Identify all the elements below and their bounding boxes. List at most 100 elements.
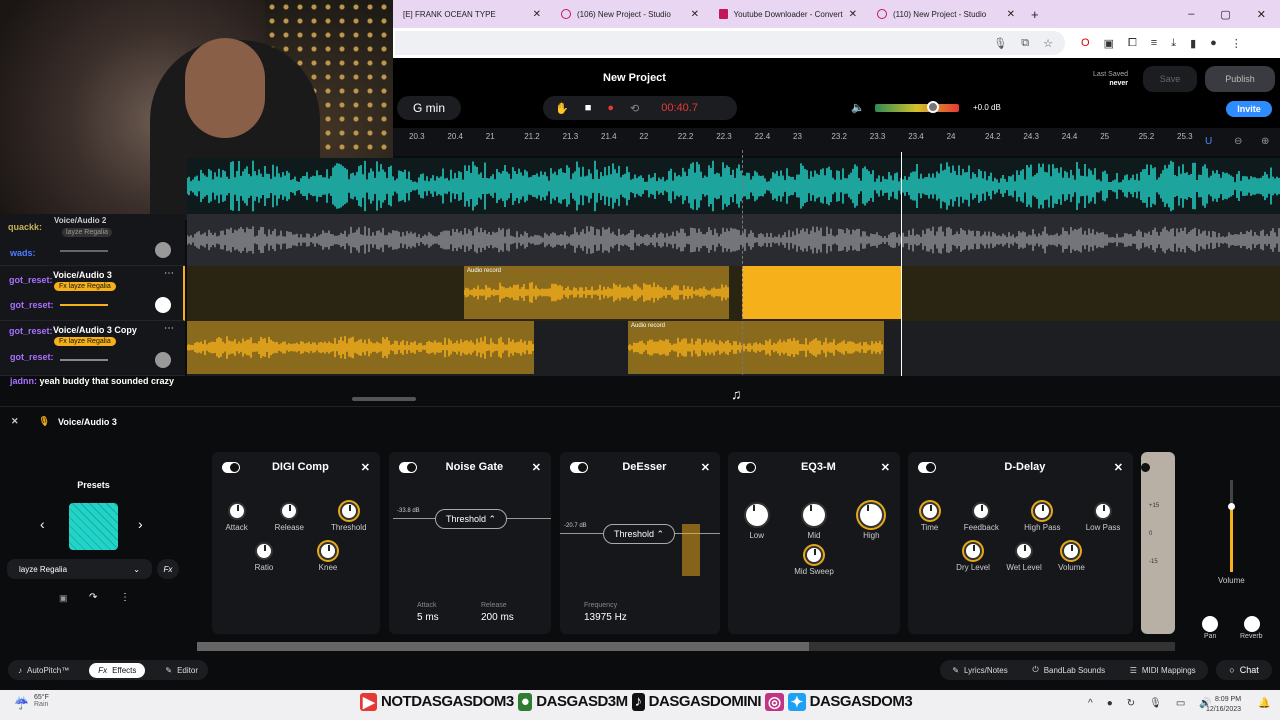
pan-knob[interactable] [1202,616,1218,632]
remove-effect-button[interactable]: ✕ [1114,461,1123,474]
stop-button[interactable]: ■ [585,102,592,114]
track-volume-slider[interactable] [60,359,108,361]
bandlab-sounds-button[interactable]: ⏻ BandLab Sounds [1032,665,1105,675]
loop-button[interactable]: ⟲ [630,102,639,115]
weather-icon[interactable]: ☔ [14,696,29,710]
network-icon[interactable]: ▭ [1176,698,1185,709]
opera-icon[interactable]: O [1081,37,1090,50]
preset-thumbnail[interactable] [69,503,118,550]
prev-preset-button[interactable]: ‹ [40,516,45,532]
browser-tab[interactable]: (106) New Project - Studio ✕ [551,0,709,28]
track-lane-3[interactable]: Audio record [187,266,1280,321]
minimize-button[interactable]: – [1188,8,1194,21]
autopitch-tab[interactable]: ♪ AutoPitch™ [18,666,69,675]
pan-knob[interactable] [155,352,171,368]
app-icon[interactable]: ● [1107,698,1113,709]
notification-icon[interactable]: 🔔 [1258,698,1270,709]
more-icon[interactable]: ⋮ [120,592,130,603]
low-knob[interactable]: Low [743,502,770,540]
sidebar-icon[interactable]: ▮ [1190,37,1196,50]
feedback-knob[interactable]: Feedback [964,502,999,532]
effect-toggle[interactable] [918,461,936,473]
remove-effect-button[interactable]: ✕ [361,461,370,474]
effect-toggle[interactable] [399,461,417,473]
frequency-value[interactable]: 13975 Hz [584,612,627,623]
pan-knob[interactable] [155,297,171,313]
wet-level-knob[interactable]: Wet Level [1006,542,1042,572]
menu-icon[interactable]: ⋮ [1231,37,1242,50]
threshold-selector[interactable]: Threshold ⌃ [435,509,507,529]
mid-sweep-knob[interactable]: Mid Sweep [728,546,900,576]
track-lane-2[interactable] [187,214,1280,266]
knee-knob[interactable]: Knee [319,542,337,572]
track-lane-1[interactable] [187,158,1280,214]
mic-icon[interactable]: 🎙 [1149,698,1162,709]
preset-dropdown[interactable]: layze Regalia ⌄ [7,559,152,579]
new-tab-button[interactable]: + [1025,7,1039,22]
mic-icon[interactable]: 🎙 [993,37,1007,50]
audio-clip[interactable]: Audio record [463,266,729,319]
invite-button[interactable]: Invite [1226,101,1272,117]
volume-knob[interactable]: Volume [1058,542,1085,572]
magnet-icon[interactable]: U [1205,136,1212,147]
share-icon[interactable]: ↷ [89,592,97,603]
key-selector[interactable]: G min [397,96,461,120]
project-title[interactable]: New Project [603,72,666,84]
star-icon[interactable]: ☆ [1043,37,1053,50]
playlist-icon[interactable]: ≡ [1151,37,1157,50]
next-preset-button[interactable]: › [138,516,143,532]
track-lane-4[interactable]: Audio record [187,321,1280,376]
profile-avatar[interactable]: ● [1210,37,1217,50]
attack-knob[interactable]: Attack [225,502,248,532]
recording-clip[interactable] [742,266,901,319]
editor-tab[interactable]: ✎ Editor [165,666,198,675]
mid-knob[interactable]: Mid [800,502,827,540]
release-value[interactable]: 200 ms [481,612,514,623]
zoom-out-icon[interactable]: ⊖ [1234,136,1242,147]
download-icon[interactable]: ⤓ [1171,37,1176,50]
audio-clip[interactable] [187,321,534,374]
high-knob[interactable]: High [858,502,885,540]
threshold-selector[interactable]: Threshold ⌃ [603,524,675,544]
threshold-knob[interactable]: Threshold [331,502,367,532]
fx-button[interactable]: Fx [157,559,179,579]
timeline-empty-area[interactable]: ♫ [187,376,1280,406]
effects-scrollbar[interactable] [197,642,1175,651]
effect-toggle[interactable] [570,461,588,473]
track-volume-slider[interactable] [60,304,108,306]
browser-tab[interactable]: Youtube Downloader - Convert ✕ [709,0,867,28]
save-preset-icon[interactable]: ▣ [59,593,68,604]
remove-effect-button[interactable]: ✕ [881,461,890,474]
low-pass-knob[interactable]: Low Pass [1086,502,1120,532]
playhead[interactable] [901,152,902,405]
effects-tab[interactable]: Fx Effects [89,662,146,678]
pan-knob[interactable] [155,242,171,258]
cast-icon[interactable]: ⧉ [1021,37,1029,50]
maximize-button[interactable]: ▢ [1220,8,1230,21]
speaker-icon[interactable]: 🔈 [851,101,865,114]
track-menu-icon[interactable]: ⋯ [164,323,174,334]
effect-toggle[interactable] [738,461,756,473]
sync-icon[interactable]: ↻ [1127,698,1135,709]
close-fx-panel-button[interactable]: ✕ [11,416,19,427]
attack-value[interactable]: 5 ms [417,612,439,623]
timeline-ruler[interactable]: 20.3 20.4 21 21.2 21.3 21.4 22 22.2 22.3 22.4 23 23… [393,128,1280,156]
chat-button[interactable]: ○ Chat [1216,660,1272,680]
track-menu-icon[interactable]: ⋯ [164,268,174,279]
remove-effect-button[interactable]: ✕ [532,461,541,474]
record-button[interactable]: ● [607,102,614,114]
publish-button[interactable]: Publish [1205,66,1275,92]
add-music-icon[interactable]: ♫ [731,386,742,402]
browser-tab[interactable]: (110) New Project - Studio ✕ [867,0,1025,28]
midi-mappings-button[interactable]: ☰ MIDI Mappings [1130,666,1196,675]
remove-effect-button[interactable]: ✕ [701,461,710,474]
effect-toggle[interactable] [222,461,240,473]
chevron-up-icon[interactable]: ^ [1088,698,1093,709]
release-knob[interactable]: Release [275,502,304,532]
lyrics-notes-button[interactable]: ✎ Lyrics/Notes [952,666,1007,675]
puzzle-icon[interactable]: ⧠ [1128,37,1137,50]
save-button[interactable]: Save [1143,66,1197,92]
high-pass-knob[interactable]: High Pass [1024,502,1061,532]
frequency-band[interactable] [682,524,700,576]
audio-clip[interactable]: Audio record [627,321,884,374]
